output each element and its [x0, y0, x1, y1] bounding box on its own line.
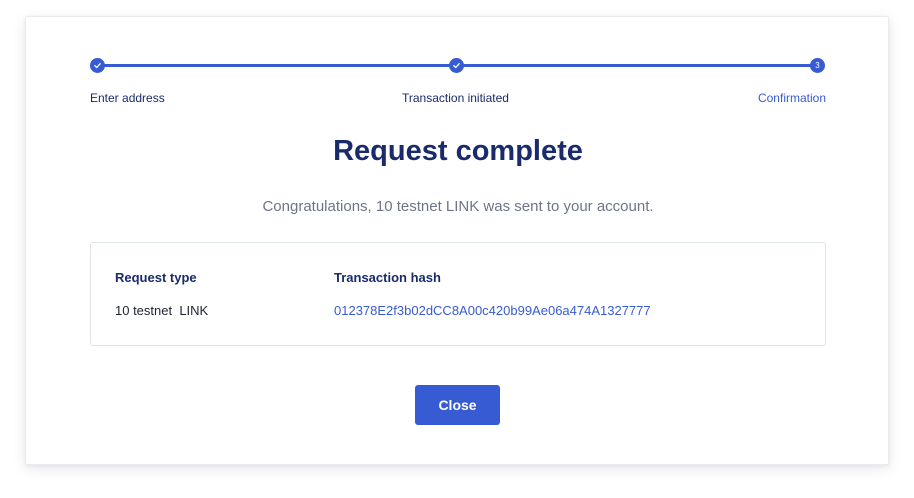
- success-message: Congratulations, 10 testnet LINK was sen…: [262, 198, 654, 215]
- transaction-hash-link[interactable]: 012378E2f3b02dCC8A00c420b99Ae06a474A1327…: [334, 303, 651, 318]
- request-details-panel: Request type Transaction hash 10 testnet…: [90, 242, 826, 346]
- step-label-transaction-initiated: Transaction initiated: [402, 91, 509, 105]
- close-button[interactable]: Close: [415, 385, 500, 425]
- request-type-value: 10 testnet LINK: [115, 303, 209, 318]
- page-title: Request complete: [333, 135, 583, 167]
- step-3-indicator: 3: [810, 58, 825, 73]
- step-3-number: 3: [815, 60, 820, 70]
- request-complete-dialog: 3 Enter address Transaction initiated Co…: [25, 16, 889, 465]
- step-2-check-icon: [449, 58, 464, 73]
- request-type-header: Request type: [115, 270, 197, 285]
- transaction-hash-header: Transaction hash: [334, 270, 441, 285]
- stepper-connector-1: [98, 64, 457, 67]
- progress-stepper: 3 Enter address Transaction initiated Co…: [26, 17, 890, 117]
- step-label-enter-address: Enter address: [90, 91, 165, 105]
- stepper-connector-2: [457, 64, 818, 67]
- step-label-confirmation: Confirmation: [757, 91, 826, 105]
- step-1-check-icon: [90, 58, 105, 73]
